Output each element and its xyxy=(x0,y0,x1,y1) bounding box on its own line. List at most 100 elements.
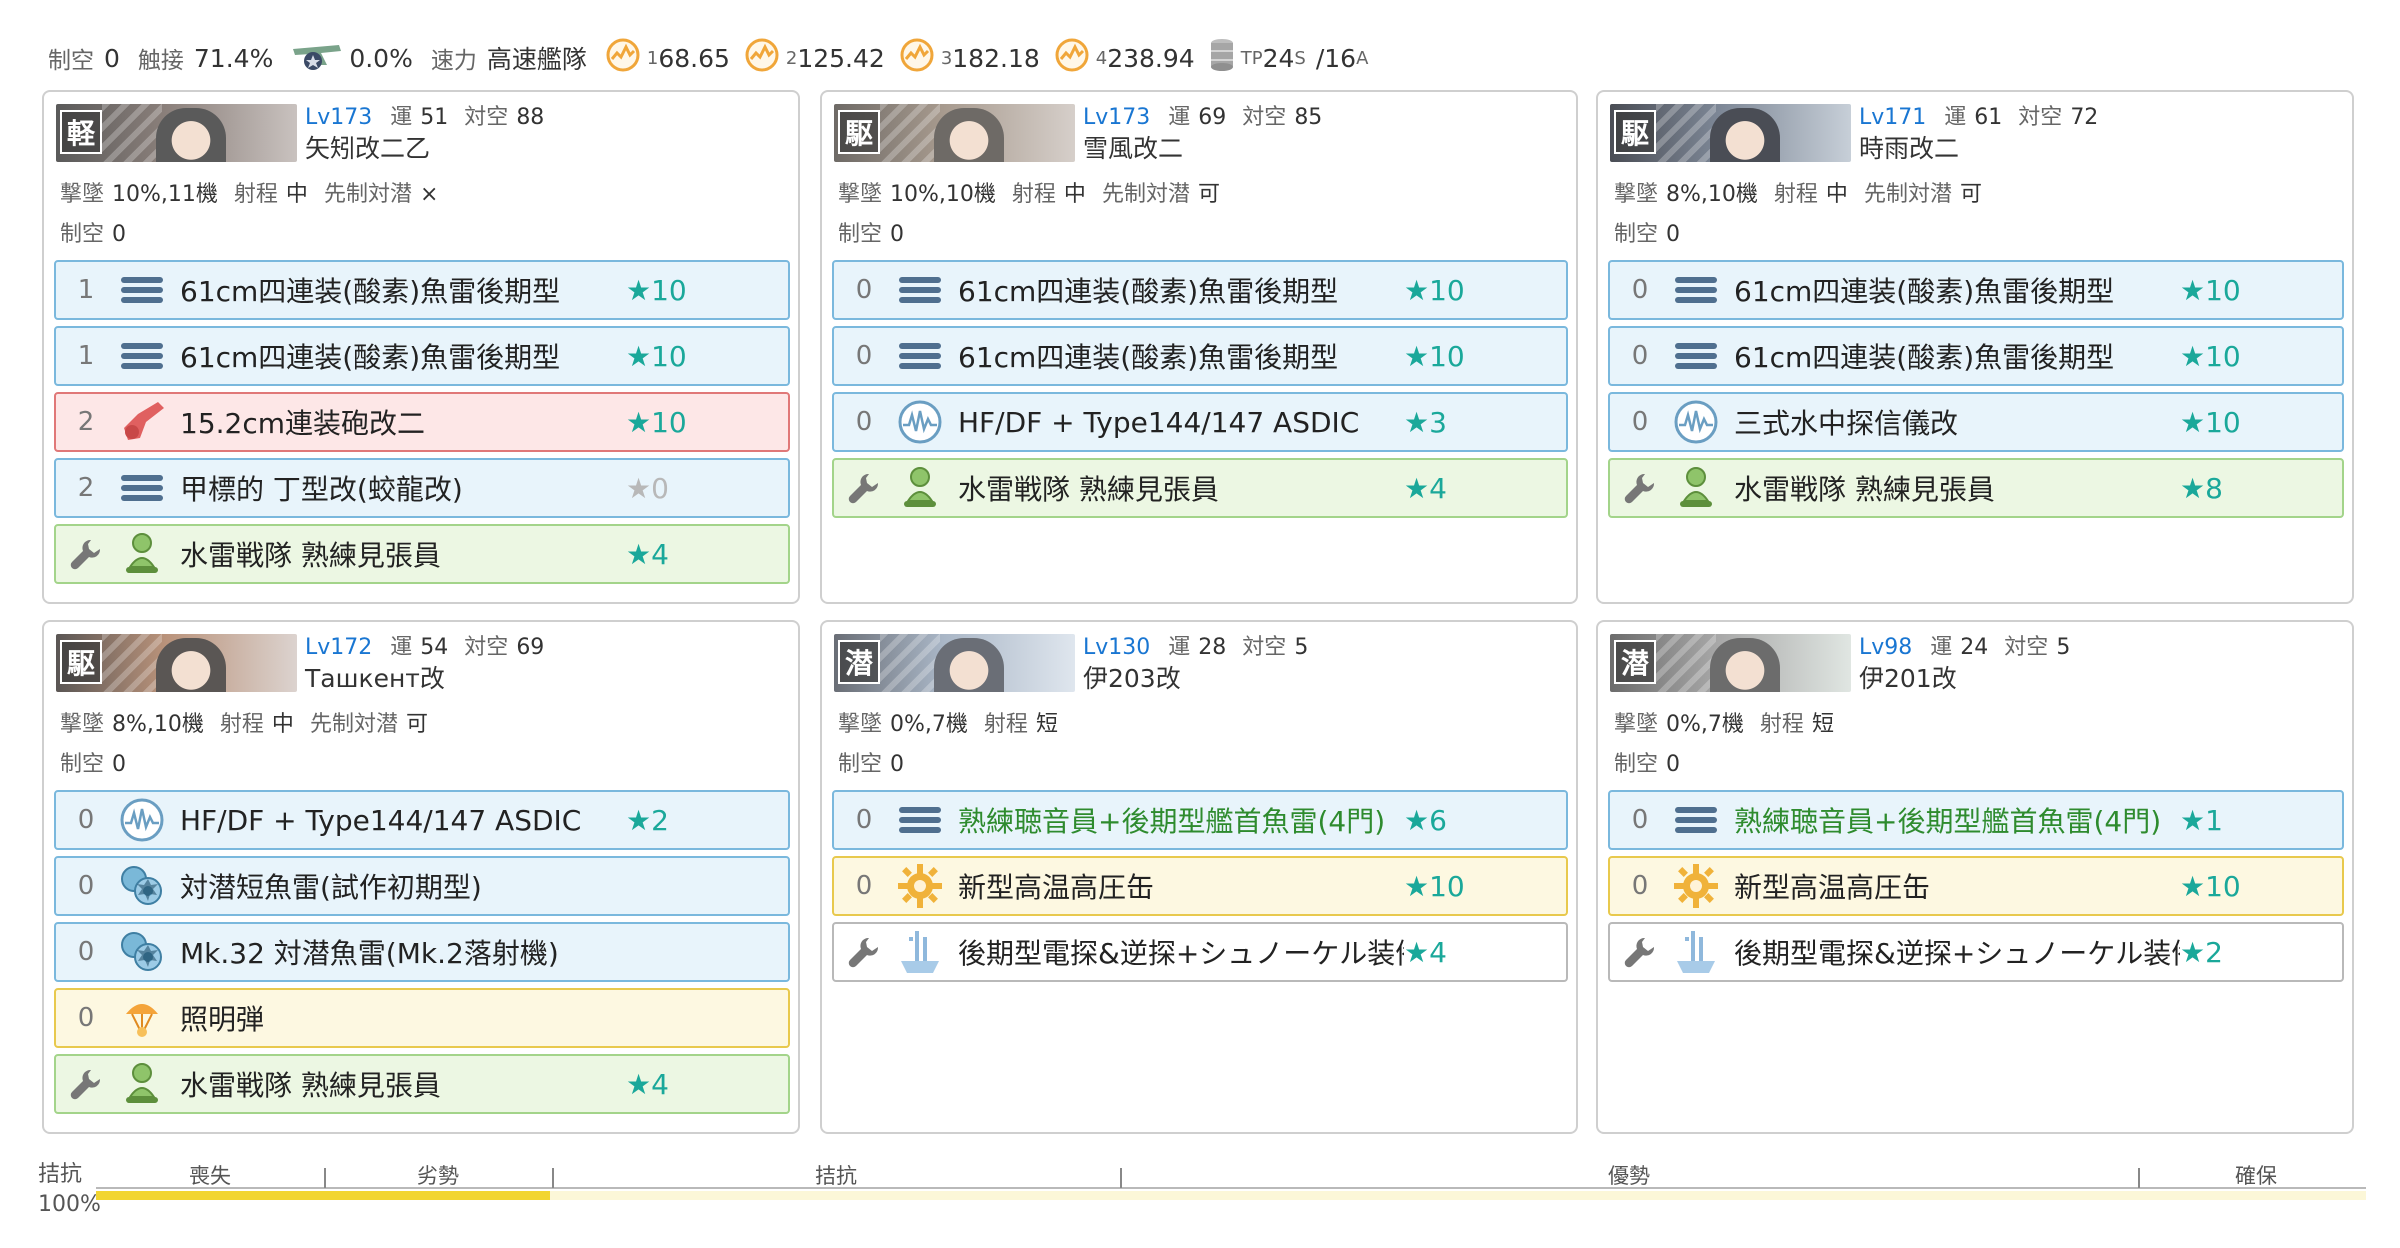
equipment-name: Mk.32 対潜魚雷(Mk.2落射機) xyxy=(180,937,559,970)
equipment-slot[interactable]: 0 対潜短魚雷(試作初期型) xyxy=(54,856,790,916)
improvement-level: ★4 xyxy=(626,537,669,571)
equipment-slot[interactable]: 1 61cm四連装(酸素)魚雷後期型 ★10 xyxy=(54,326,790,386)
wrench-icon xyxy=(834,471,894,505)
ship-banner[interactable]: 駆 xyxy=(834,104,1075,162)
equipment-slot[interactable]: 0 HF/DF + Type144/147 ASDIC ★2 xyxy=(54,790,790,850)
aa-label: 対空 xyxy=(1242,105,1287,130)
improvement-level: ★4 xyxy=(1404,471,1447,505)
ship-level: Lv172 xyxy=(305,635,372,660)
luck-label: 運 xyxy=(1944,105,1967,130)
equipment-slot[interactable]: 0 61cm四連装(酸素)魚雷後期型 ★10 xyxy=(1608,260,2344,320)
level-value: 98 xyxy=(1884,635,1913,660)
ship-banner[interactable]: 駆 xyxy=(1610,104,1851,162)
recon-plane-icon xyxy=(291,35,343,81)
ship-air-label: 制空 xyxy=(838,752,883,777)
ship-stats: 撃墜 10%,10機 射程中先制対潜可 xyxy=(838,180,1236,210)
equipment-slot[interactable]: 後期型電探&逆探+シュノーケル装備 ★2 xyxy=(1608,922,2344,982)
ship-portrait xyxy=(1710,638,1780,692)
equipment-slot[interactable]: 0 三式水中探信儀改 ★10 xyxy=(1608,392,2344,452)
los-coefficient: 4 xyxy=(1095,47,1108,69)
ship-type-tag: 駆 xyxy=(838,110,880,154)
equipment-name: 新型高温高圧缶 xyxy=(958,871,1155,904)
equipment-slot[interactable]: 0 61cm四連装(酸素)魚雷後期型 ★10 xyxy=(832,260,1568,320)
ship-card[interactable]: 駆 Lv171 運 61 対空 72 時雨改二 撃墜 8%,10機 射程中先制対潜可制空 0 0 61c… xyxy=(1596,90,2354,604)
level-value: 173 xyxy=(330,105,373,130)
ship-header: 軽 Lv173 運 51 対空 88 矢矧改二乙 xyxy=(56,104,560,166)
equipment-name: 61cm四連装(酸素)魚雷後期型 xyxy=(1734,275,2115,308)
torpedo-icon xyxy=(894,794,946,846)
equipment-slot[interactable]: 後期型電探&逆探+シュノーケル装備 ★4 xyxy=(832,922,1568,982)
equipment-name: 水雷戦隊 熟練見張員 xyxy=(180,1069,441,1102)
gauge-tick xyxy=(1120,1168,1122,1188)
ship-name: 時雨改二 xyxy=(1859,134,1960,163)
improvement-level: ★4 xyxy=(1404,935,1447,969)
equipment-slot[interactable]: 0 新型高温高圧缶 ★10 xyxy=(1608,856,2344,916)
ship-air-power: 制空 0 xyxy=(838,220,920,250)
equipment-slot[interactable]: 水雷戦隊 熟練見張員 ★4 xyxy=(832,458,1568,518)
ship-banner[interactable]: 潜 xyxy=(1610,634,1851,692)
equipment-slot[interactable]: 水雷戦隊 熟練見張員 ★8 xyxy=(1608,458,2344,518)
gauge-label-loss: 喪失 xyxy=(189,1164,231,1188)
equipment-slot[interactable]: 0 Mk.32 対潜魚雷(Mk.2落射機) xyxy=(54,922,790,982)
air-state-percent: 100% xyxy=(38,1192,101,1217)
equipment-slot[interactable]: 0 61cm四連装(酸素)魚雷後期型 ★10 xyxy=(1608,326,2344,386)
shootdown-value: 8%,10機 xyxy=(1666,182,1758,207)
banner-stripes xyxy=(1656,104,1716,162)
aircraft-count: 0 xyxy=(855,407,873,437)
range-label: 射程 xyxy=(983,712,1028,737)
equipment-name: 水雷戦隊 熟練見張員 xyxy=(180,539,441,572)
equipment-slot[interactable]: 0 熟練聴音員+後期型艦首魚雷(4門) ★1 xyxy=(1608,790,2344,850)
ship-card[interactable]: 駆 Lv172 運 54 対空 69 Ташкент改 撃墜 8%,10機 射程中先制対潜可制空 0… xyxy=(42,620,800,1134)
luck-label: 運 xyxy=(1930,635,1953,660)
luck-value: 54 xyxy=(420,635,449,660)
shootdown-value: 10%,11機 xyxy=(112,182,218,207)
aircraft-count: 0 xyxy=(1631,871,1649,901)
equipment-slot[interactable]: 0 HF/DF + Type144/147 ASDIC ★3 xyxy=(832,392,1568,452)
contact-value: 71.4% xyxy=(193,43,274,73)
tp-s-sub: S xyxy=(1294,47,1306,69)
boiler-icon xyxy=(1670,860,1722,912)
ship-name: 伊201改 xyxy=(1859,664,1957,693)
equipment-slot[interactable]: 2 甲標的 丁型改(蛟龍改) ★0 xyxy=(54,458,790,518)
aircraft-count: 1 xyxy=(77,341,95,371)
ship-stats: 撃墜 8%,10機 射程中先制対潜可 xyxy=(60,710,444,740)
ship-air-label: 制空 xyxy=(1614,752,1659,777)
equipment-name: 照明弾 xyxy=(180,1003,265,1036)
luck-value: 61 xyxy=(1974,105,2003,130)
los-item: 1 68.65 xyxy=(605,37,730,79)
ship-card[interactable]: 軽 Lv173 運 51 対空 88 矢矧改二乙 撃墜 10%,11機 射程中先制対潜 × 制空 0 1 6… xyxy=(42,90,800,604)
ship-card[interactable]: 駆 Lv173 運 69 対空 85 雪風改二 撃墜 10%,10機 射程中先制対潜可制空 0 0 61… xyxy=(820,90,1578,604)
level-prefix: Lv xyxy=(1083,635,1109,660)
ship-banner[interactable]: 駆 xyxy=(56,634,297,692)
equipment-name: 三式水中探信儀改 xyxy=(1734,407,1959,440)
ship-header: 駆 Lv172 運 54 対空 69 Ташкент改 xyxy=(56,634,560,696)
equipment-slot[interactable]: 水雷戦隊 熟練見張員 ★4 xyxy=(54,1054,790,1114)
ship-type-tag: 軽 xyxy=(60,110,102,154)
aircraft-count: 0 xyxy=(1631,275,1649,305)
level-value: 171 xyxy=(1884,105,1927,130)
ship-air-power: 制空 0 xyxy=(1614,750,1696,780)
air-power-label: 制空 xyxy=(48,48,94,74)
equipment-name: 後期型電探&逆探+シュノーケル装備 xyxy=(958,937,1404,970)
tp-a-value: 16 xyxy=(1324,43,1357,73)
equipment-slot[interactable]: 0 61cm四連装(酸素)魚雷後期型 ★10 xyxy=(832,326,1568,386)
tp-a-sub: A xyxy=(1356,47,1369,69)
equipment-slot[interactable]: 0 新型高温高圧缶 ★10 xyxy=(832,856,1568,916)
ship-banner[interactable]: 軽 xyxy=(56,104,297,162)
improvement-level: ★10 xyxy=(2180,273,2241,307)
ship-type-tag: 駆 xyxy=(60,640,102,684)
equipment-slot[interactable]: 0 照明弾 xyxy=(54,988,790,1048)
aircraft-count: 2 xyxy=(77,473,95,503)
equipment-slot[interactable]: 2 15.2cm連装砲改二 ★10 xyxy=(54,392,790,452)
ship-portrait xyxy=(156,108,226,162)
ship-name: 伊203改 xyxy=(1083,664,1181,693)
level-value: 172 xyxy=(330,635,373,660)
ship-level: Lv130 xyxy=(1083,635,1150,660)
ship-card[interactable]: 潜 Lv130 運 28 対空 5 伊203改 撃墜 0%,7機 射程短制空 0 0 熟練聴音員+後期型… xyxy=(820,620,1578,1134)
ship-banner[interactable]: 潜 xyxy=(834,634,1075,692)
equipment-slot[interactable]: 0 熟練聴音員+後期型艦首魚雷(4門) ★6 xyxy=(832,790,1568,850)
improvement-level: ★10 xyxy=(2180,869,2241,903)
equipment-slot[interactable]: 水雷戦隊 熟練見張員 ★4 xyxy=(54,524,790,584)
ship-card[interactable]: 潜 Lv98 運 24 対空 5 伊201改 撃墜 0%,7機 射程短制空 0 0 熟練聴音員+後期型艦… xyxy=(1596,620,2354,1134)
equipment-slot[interactable]: 1 61cm四連装(酸素)魚雷後期型 ★10 xyxy=(54,260,790,320)
